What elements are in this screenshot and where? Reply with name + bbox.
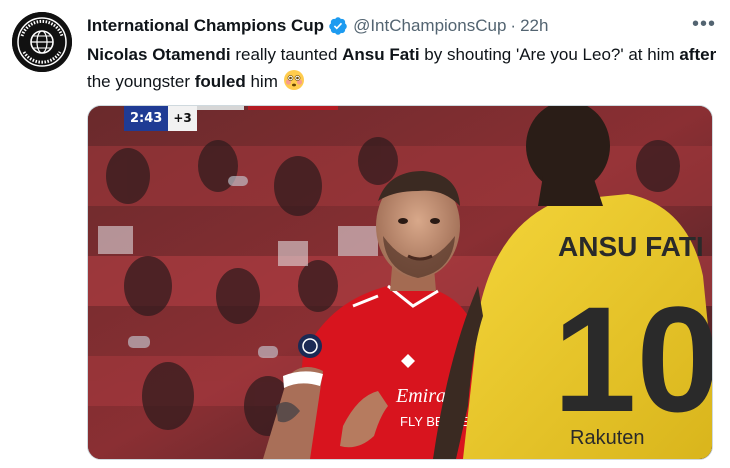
text-segment: the youngster: [87, 72, 195, 91]
more-options-icon[interactable]: •••: [692, 14, 716, 34]
avatar[interactable]: [12, 12, 72, 72]
verified-badge-icon: [328, 16, 348, 36]
text-segment: by shouting 'Are you Leo?' at him: [419, 45, 680, 64]
right-shirt-number: 10: [553, 275, 712, 443]
author-name[interactable]: International Champions Cup: [87, 16, 324, 36]
right-shirt-name: ANSU FATI: [558, 231, 704, 262]
scorebug: 2:43 +3: [124, 106, 197, 131]
tweet-text: Nicolas Otamendi really taunted Ansu Fat…: [87, 41, 717, 95]
tweet-media-image[interactable]: Emirates FLY BETTER ANSU FATI 10 Rakuten…: [87, 105, 713, 460]
scorebug-added-time: +3: [168, 106, 197, 131]
text-segment[interactable]: Nicolas Otamendi: [87, 45, 231, 64]
scorebug-clock: 2:43: [124, 106, 169, 131]
text-segment: Ansu Fati: [342, 45, 420, 64]
text-segment: him: [245, 72, 283, 91]
text-segment: after: [679, 45, 717, 64]
tweet-header: International Champions Cup @IntChampion…: [87, 14, 718, 38]
right-shirt-sponsor: Rakuten: [570, 427, 645, 449]
tweet-timestamp[interactable]: 22h: [520, 16, 548, 36]
football-photo: Emirates FLY BETTER ANSU FATI 10 Rakuten: [88, 106, 712, 459]
author-handle[interactable]: @IntChampionsCup: [353, 16, 506, 36]
meta-separator: ·: [510, 16, 517, 35]
text-segment: really taunted: [230, 45, 343, 64]
champions-cup-logo-icon: [12, 12, 72, 72]
flushed-face-emoji-icon: [283, 69, 305, 91]
text-segment: fouled: [194, 72, 246, 91]
